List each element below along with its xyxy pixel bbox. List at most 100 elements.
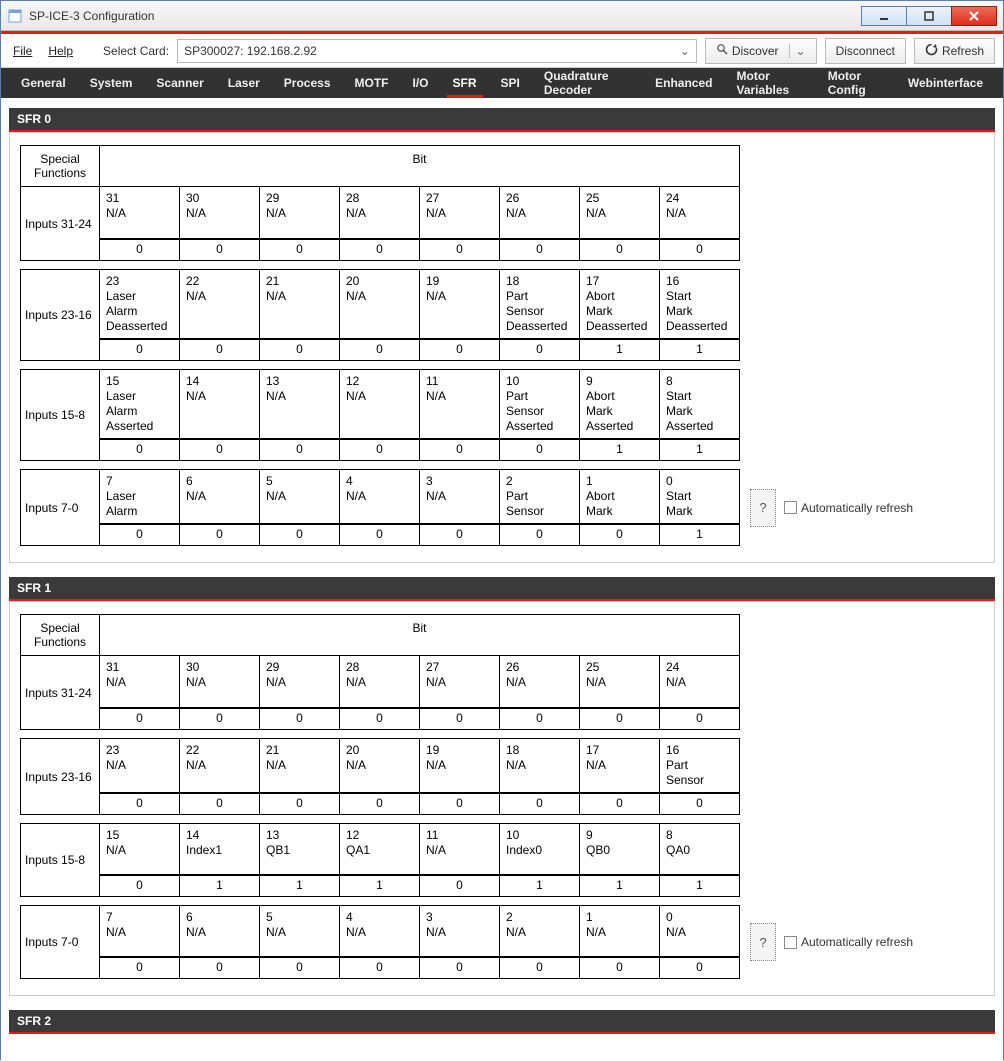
bit-cell: 5N/A <box>260 905 340 957</box>
tab-sfr[interactable]: SFR <box>441 68 489 98</box>
bit-value: 0 <box>660 793 740 815</box>
bit-value: 0 <box>420 339 500 361</box>
bit-header: Bit <box>100 145 740 187</box>
section-panel: Special FunctionsBitInputs 31-2431N/A30N… <box>9 132 995 563</box>
close-button[interactable] <box>951 6 997 26</box>
section-header: SFR 2 <box>9 1010 995 1034</box>
app-icon <box>7 8 23 24</box>
inputs-row-label: Inputs 23-16 <box>20 738 100 815</box>
bit-cell: 31N/A <box>100 656 180 708</box>
refresh-label: Refresh <box>942 44 984 58</box>
bit-cell: 15N/A <box>100 823 180 875</box>
bit-value: 0 <box>100 439 180 461</box>
auto-refresh-checkbox[interactable]: Automatically refresh <box>784 501 913 515</box>
bit-value: 0 <box>100 875 180 897</box>
selected-card-value: SP300027: 192.168.2.92 <box>184 44 317 58</box>
menu-file[interactable]: File <box>9 42 36 60</box>
bit-cell: 7N/A <box>100 905 180 957</box>
bit-cell: 11N/A <box>420 823 500 875</box>
card-select-dropdown[interactable]: SP300027: 192.168.2.92 ⌄ <box>177 39 697 63</box>
bit-cell: 23N/A <box>100 738 180 793</box>
bit-cell: 8StartMarkAsserted <box>660 369 740 439</box>
discover-button[interactable]: Discover ⌄ <box>705 38 817 64</box>
bit-value: 0 <box>100 957 180 979</box>
bit-cell: 29N/A <box>260 187 340 239</box>
tab-motf[interactable]: MOTF <box>343 68 401 98</box>
inputs-row-label: Inputs 31-24 <box>20 656 100 730</box>
tab-webinterface[interactable]: Webinterface <box>896 68 995 98</box>
bit-value: 1 <box>580 339 660 361</box>
bit-cell: 2N/A <box>500 905 580 957</box>
bit-value: 0 <box>500 708 580 730</box>
search-icon <box>716 43 728 58</box>
refresh-button[interactable]: Refresh <box>914 38 995 64</box>
disconnect-button[interactable]: Disconnect <box>825 38 906 64</box>
bit-value: 0 <box>180 239 260 261</box>
tab-scanner[interactable]: Scanner <box>144 68 215 98</box>
bit-cell: 28N/A <box>340 187 420 239</box>
bit-value: 0 <box>100 708 180 730</box>
content-scroll-area[interactable]: SFR 0Special FunctionsBitInputs 31-2431N… <box>1 98 1003 1061</box>
bit-value: 1 <box>660 439 740 461</box>
section-header: SFR 0 <box>9 108 995 132</box>
menu-help[interactable]: Help <box>44 42 77 60</box>
bit-cell: 6N/A <box>180 469 260 524</box>
tab-enhanced[interactable]: Enhanced <box>643 68 724 98</box>
inputs-row-label: Inputs 7-0 <box>20 469 100 546</box>
bit-cell: 14N/A <box>180 369 260 439</box>
bit-cell: 2PartSensor <box>500 469 580 524</box>
bit-value: 0 <box>500 524 580 546</box>
bit-cell: 17N/A <box>580 738 660 793</box>
bit-cell: 7LaserAlarm <box>100 469 180 524</box>
bit-cell: 12N/A <box>340 369 420 439</box>
checkbox-icon <box>784 501 797 514</box>
bit-cell: 26N/A <box>500 187 580 239</box>
tab-system[interactable]: System <box>78 68 145 98</box>
bit-value: 0 <box>340 339 420 361</box>
bit-cell: 4N/A <box>340 905 420 957</box>
bit-cell: 22N/A <box>180 269 260 339</box>
tab-motor-variables[interactable]: Motor Variables <box>725 68 816 98</box>
bit-cell: 29N/A <box>260 656 340 708</box>
bit-cell: 19N/A <box>420 738 500 793</box>
bit-value: 0 <box>260 339 340 361</box>
bit-value: 1 <box>660 875 740 897</box>
bit-value: 0 <box>420 875 500 897</box>
discover-dropdown-icon[interactable]: ⌄ <box>789 44 806 58</box>
window-title: SP-ICE-3 Configuration <box>29 9 154 23</box>
bit-cell: 30N/A <box>180 187 260 239</box>
tab-quadrature-decoder[interactable]: Quadrature Decoder <box>532 68 643 98</box>
inputs-row-label: Inputs 7-0 <box>20 905 100 979</box>
bit-cell: 5N/A <box>260 469 340 524</box>
bit-cell: 16StartMarkDeasserted <box>660 269 740 339</box>
tab-i/o[interactable]: I/O <box>401 68 441 98</box>
discover-label: Discover <box>732 44 779 58</box>
bit-cell: 16PartSensor <box>660 738 740 793</box>
tab-laser[interactable]: Laser <box>216 68 272 98</box>
bit-value: 0 <box>500 239 580 261</box>
bit-value: 0 <box>660 708 740 730</box>
bit-cell: 25N/A <box>580 656 660 708</box>
tab-process[interactable]: Process <box>272 68 343 98</box>
bit-value: 0 <box>100 339 180 361</box>
bit-value: 0 <box>260 708 340 730</box>
help-button[interactable]: ? <box>750 489 776 527</box>
bit-cell: 28N/A <box>340 656 420 708</box>
bit-cell: 26N/A <box>500 656 580 708</box>
bit-value: 0 <box>420 793 500 815</box>
tab-motor-config[interactable]: Motor Config <box>816 68 896 98</box>
bit-value: 0 <box>420 524 500 546</box>
auto-refresh-checkbox[interactable]: Automatically refresh <box>784 935 913 949</box>
help-button[interactable]: ? <box>750 923 776 961</box>
minimize-button[interactable] <box>861 6 907 26</box>
maximize-button[interactable] <box>906 6 952 26</box>
bit-value: 0 <box>580 957 660 979</box>
tab-spi[interactable]: SPI <box>489 68 532 98</box>
bit-value: 0 <box>100 239 180 261</box>
tab-general[interactable]: General <box>9 68 78 98</box>
bit-cell: 3N/A <box>420 469 500 524</box>
bit-value: 0 <box>500 339 580 361</box>
bit-cell: 0N/A <box>660 905 740 957</box>
bit-cell: 10PartSensorAsserted <box>500 369 580 439</box>
bit-cell: 20N/A <box>340 738 420 793</box>
